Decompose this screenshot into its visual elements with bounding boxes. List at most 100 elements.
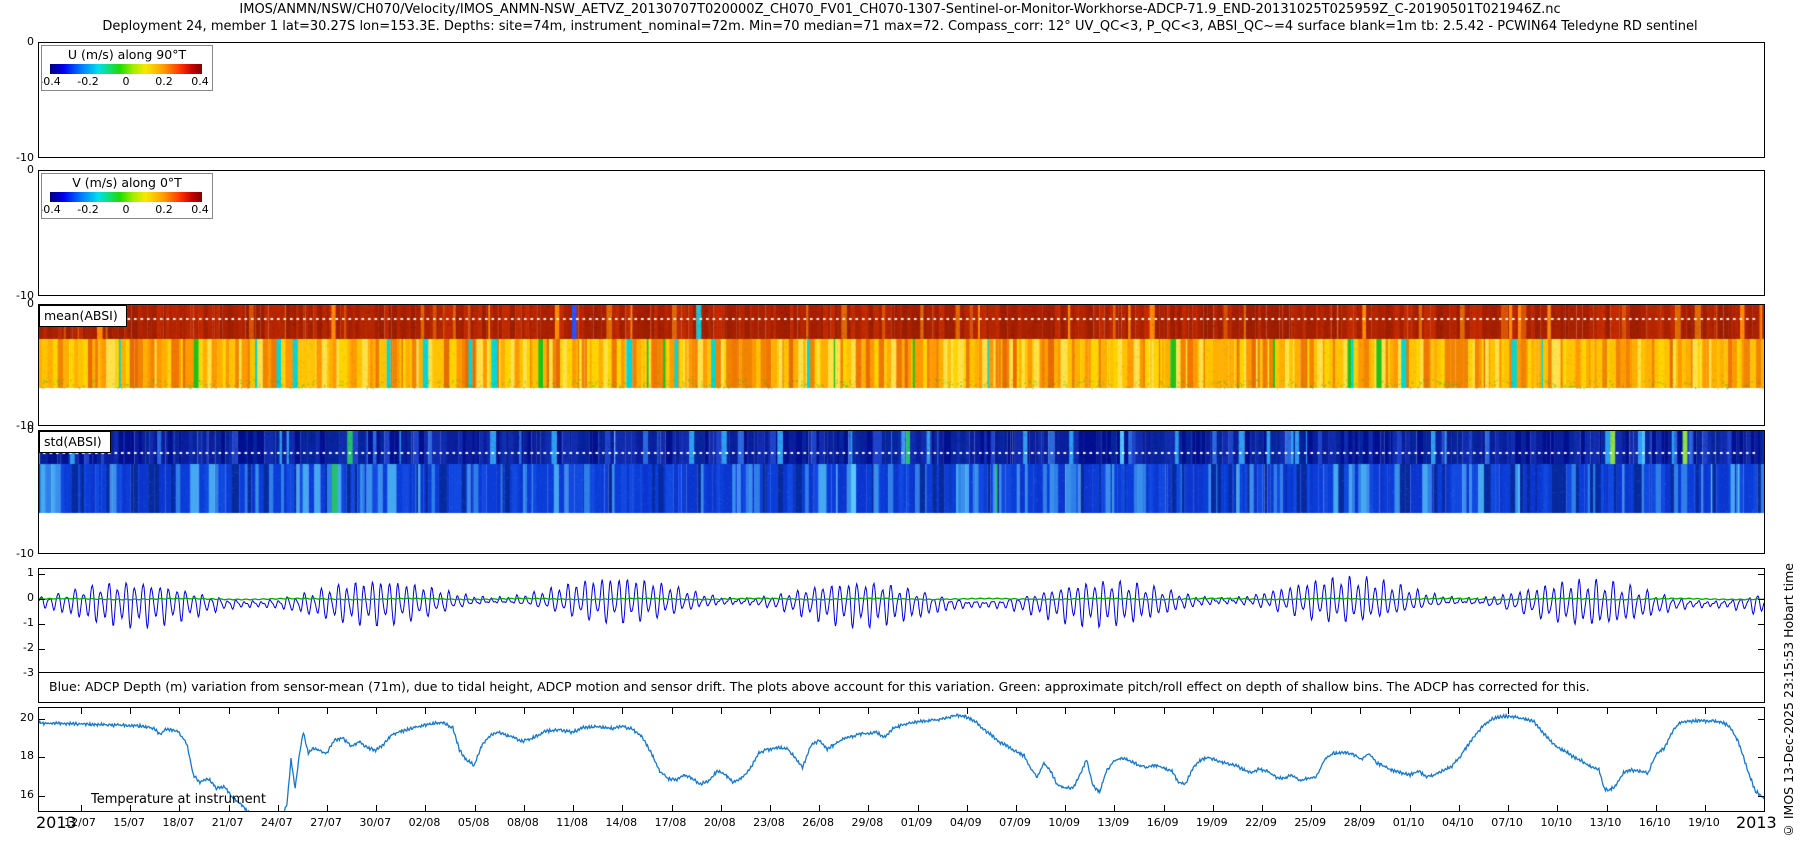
panel-u-velocity: U (m/s) along 90°T -0.4 -0.2 0 0.2 0.4 [38, 42, 1765, 158]
figure-subtitle-deployment: Deployment 24, member 1 lat=30.27S lon=1… [0, 19, 1800, 34]
date-tick-label: 20/08 [704, 816, 736, 829]
y-tick-mark [1758, 719, 1764, 720]
x-tick-mark [475, 805, 476, 811]
y-tick-mark [39, 574, 45, 575]
temp-ytick-16: 16 [0, 789, 34, 801]
y-tick-mark [39, 719, 45, 720]
x-tick-mark [868, 708, 869, 714]
x-tick-mark [770, 708, 771, 714]
u-cbar-tick: 0.4 [191, 75, 209, 88]
x-tick-mark [1262, 805, 1263, 811]
std-absi-ytick-0: 0 [0, 424, 34, 436]
x-tick-mark [278, 805, 279, 811]
x-tick-mark [327, 708, 328, 714]
temp-ytick-20: 20 [0, 712, 34, 724]
y-tick-mark [1758, 796, 1764, 797]
v-colorbar-title: V (m/s) along 0°T [42, 175, 212, 190]
figure-title-filename: IMOS/ANMN/NSW/CH070/Velocity/IMOS_ANMN-N… [0, 2, 1800, 17]
x-tick-mark [524, 708, 525, 714]
date-tick-label: 13/10 [1590, 816, 1622, 829]
x-tick-mark [179, 708, 180, 714]
x-tick-mark [918, 805, 919, 811]
date-tick-label: 07/09 [999, 816, 1031, 829]
x-tick-mark [573, 708, 574, 714]
date-tick-label: 15/07 [113, 816, 145, 829]
x-tick-mark [1114, 805, 1115, 811]
date-tick-label: 10/10 [1540, 816, 1572, 829]
std-absi-ytick-m10: -10 [0, 548, 34, 560]
panel-depth-variation [38, 568, 1765, 673]
date-tick-label: 26/08 [802, 816, 834, 829]
x-tick-mark [475, 708, 476, 714]
x-tick-mark [918, 708, 919, 714]
depth-ytick-0: 0 [0, 592, 34, 604]
x-tick-mark [1016, 708, 1017, 714]
x-tick-mark [81, 708, 82, 714]
depth-annotation-text: Blue: ADCP Depth (m) variation from sens… [49, 679, 1590, 694]
y-tick-mark [39, 757, 45, 758]
x-tick-mark [1508, 708, 1509, 714]
x-tick-mark [81, 805, 82, 811]
u-ytick-0: 0 [0, 36, 34, 48]
date-tick-label: 21/07 [212, 816, 244, 829]
x-tick-mark [622, 708, 623, 714]
x-tick-mark [1459, 805, 1460, 811]
mean-absi-label: mean(ABSI) [39, 305, 127, 327]
x-tick-mark [1016, 805, 1017, 811]
x-tick-mark [1311, 805, 1312, 811]
x-tick-mark [1164, 708, 1165, 714]
date-tick-label: 19/10 [1688, 816, 1720, 829]
date-tick-label: 18/07 [163, 816, 195, 829]
x-tick-mark [229, 805, 230, 811]
x-tick-mark [622, 805, 623, 811]
temperature-plot [39, 708, 1764, 811]
v-cbar-tick: 0 [123, 203, 130, 216]
x-tick-mark [672, 805, 673, 811]
v-cbar-tick: 0.4 [191, 203, 209, 216]
v-colorbar-gradient [50, 192, 202, 202]
temp-ytick-18: 18 [0, 750, 34, 762]
x-tick-mark [1508, 805, 1509, 811]
x-tick-mark [376, 708, 377, 714]
date-tick-label: 01/10 [1393, 816, 1425, 829]
date-tick-label: 24/07 [261, 816, 293, 829]
depth-annotation-box: Blue: ADCP Depth (m) variation from sens… [38, 672, 1765, 703]
x-tick-mark [1410, 708, 1411, 714]
date-tick-label: 17/08 [655, 816, 687, 829]
x-tick-mark [1065, 708, 1066, 714]
x-tick-mark [229, 708, 230, 714]
x-tick-mark [819, 805, 820, 811]
v-colorbar-legend: V (m/s) along 0°T -0.4 -0.2 0 0.2 0.4 [41, 173, 213, 219]
x-tick-mark [1360, 805, 1361, 811]
date-tick-label: 02/08 [409, 816, 441, 829]
panel-v-velocity: V (m/s) along 0°T -0.4 -0.2 0 0.2 0.4 [38, 170, 1765, 296]
x-tick-mark [425, 708, 426, 714]
date-tick-label: 13/09 [1098, 816, 1130, 829]
u-colorbar-legend: U (m/s) along 90°T -0.4 -0.2 0 0.2 0.4 [41, 45, 213, 91]
u-cbar-tick: -0.4 [41, 75, 61, 88]
y-tick-mark [1758, 624, 1764, 625]
x-tick-mark [1557, 805, 1558, 811]
x-tick-mark [967, 708, 968, 714]
x-tick-mark [721, 805, 722, 811]
x-tick-mark [770, 805, 771, 811]
adcp-qc-figure: IMOS/ANMN/NSW/CH070/Velocity/IMOS_ANMN-N… [0, 0, 1800, 850]
x-tick-mark [967, 805, 968, 811]
date-tick-label: 16/09 [1147, 816, 1179, 829]
date-tick-label: 25/09 [1294, 816, 1326, 829]
y-tick-mark [1758, 649, 1764, 650]
x-tick-mark [1607, 805, 1608, 811]
date-tick-label: 01/09 [901, 816, 933, 829]
v-cbar-tick: -0.2 [77, 203, 98, 216]
x-tick-mark [1557, 708, 1558, 714]
date-tick-label: 23/08 [753, 816, 785, 829]
y-tick-mark [1758, 574, 1764, 575]
v-ytick-0: 0 [0, 164, 34, 176]
x-tick-mark [1656, 708, 1657, 714]
date-tick-label: 10/09 [1048, 816, 1080, 829]
date-tick-label: 05/08 [458, 816, 490, 829]
x-tick-mark [868, 805, 869, 811]
depth-ytick-1: 1 [0, 567, 34, 579]
y-tick-mark [1758, 599, 1764, 600]
x-tick-mark [1262, 708, 1263, 714]
